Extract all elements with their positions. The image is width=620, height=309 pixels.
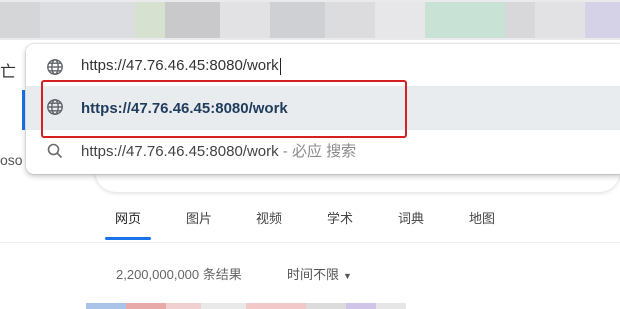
suggestion-search-suffix: - 必应 搜索 (278, 142, 357, 160)
tab-maps[interactable]: 地图 (469, 208, 495, 227)
blurred-tab[interactable] (325, 2, 375, 38)
suggestion-search-label: https://47.76.46.45:8080/work - 必应 搜索 (81, 142, 357, 160)
blurred-tab[interactable] (425, 2, 505, 38)
blurred-tab[interactable] (0, 2, 40, 38)
blurred-tab[interactable] (585, 2, 620, 38)
globe-icon (46, 58, 64, 76)
search-nav-tabs: 网页 图片 视频 学术 词典 地图 (0, 200, 620, 243)
browser-tab-strip (0, 0, 620, 40)
result-count: 2,200,000,000 条结果 (116, 267, 242, 282)
blurred-tab[interactable] (220, 2, 270, 38)
tab-dictionary[interactable]: 词典 (398, 208, 424, 227)
chevron-down-icon: ▼ (343, 271, 352, 281)
time-filter-dropdown[interactable]: 时间不限 ▼ (287, 264, 352, 283)
time-filter-label: 时间不限 (287, 267, 340, 282)
left-accent-bar (22, 90, 25, 130)
partial-logo-text: oso (0, 152, 23, 168)
tab-images[interactable]: 图片 (186, 208, 212, 227)
tab-videos[interactable]: 视频 (256, 208, 282, 227)
tab-academic[interactable]: 学术 (327, 208, 353, 227)
address-input[interactable]: https://47.76.46.45:8080/work (81, 57, 281, 75)
blurred-tab[interactable] (135, 2, 165, 38)
search-icon (46, 142, 64, 160)
blurred-tab[interactable] (165, 2, 220, 38)
tab-web[interactable]: 网页 (115, 208, 141, 227)
blurred-tab[interactable] (535, 2, 585, 38)
blurred-tab[interactable] (505, 2, 535, 38)
active-tab-indicator (105, 237, 151, 240)
blurred-tab[interactable] (40, 2, 135, 38)
blurred-tab[interactable] (375, 2, 425, 38)
blurred-tab[interactable] (270, 2, 325, 38)
partial-left-glyph: 亡 (0, 64, 17, 81)
blurred-result-strip (86, 303, 406, 309)
text-caret (279, 57, 281, 75)
highlight-annotation-box (41, 80, 407, 138)
